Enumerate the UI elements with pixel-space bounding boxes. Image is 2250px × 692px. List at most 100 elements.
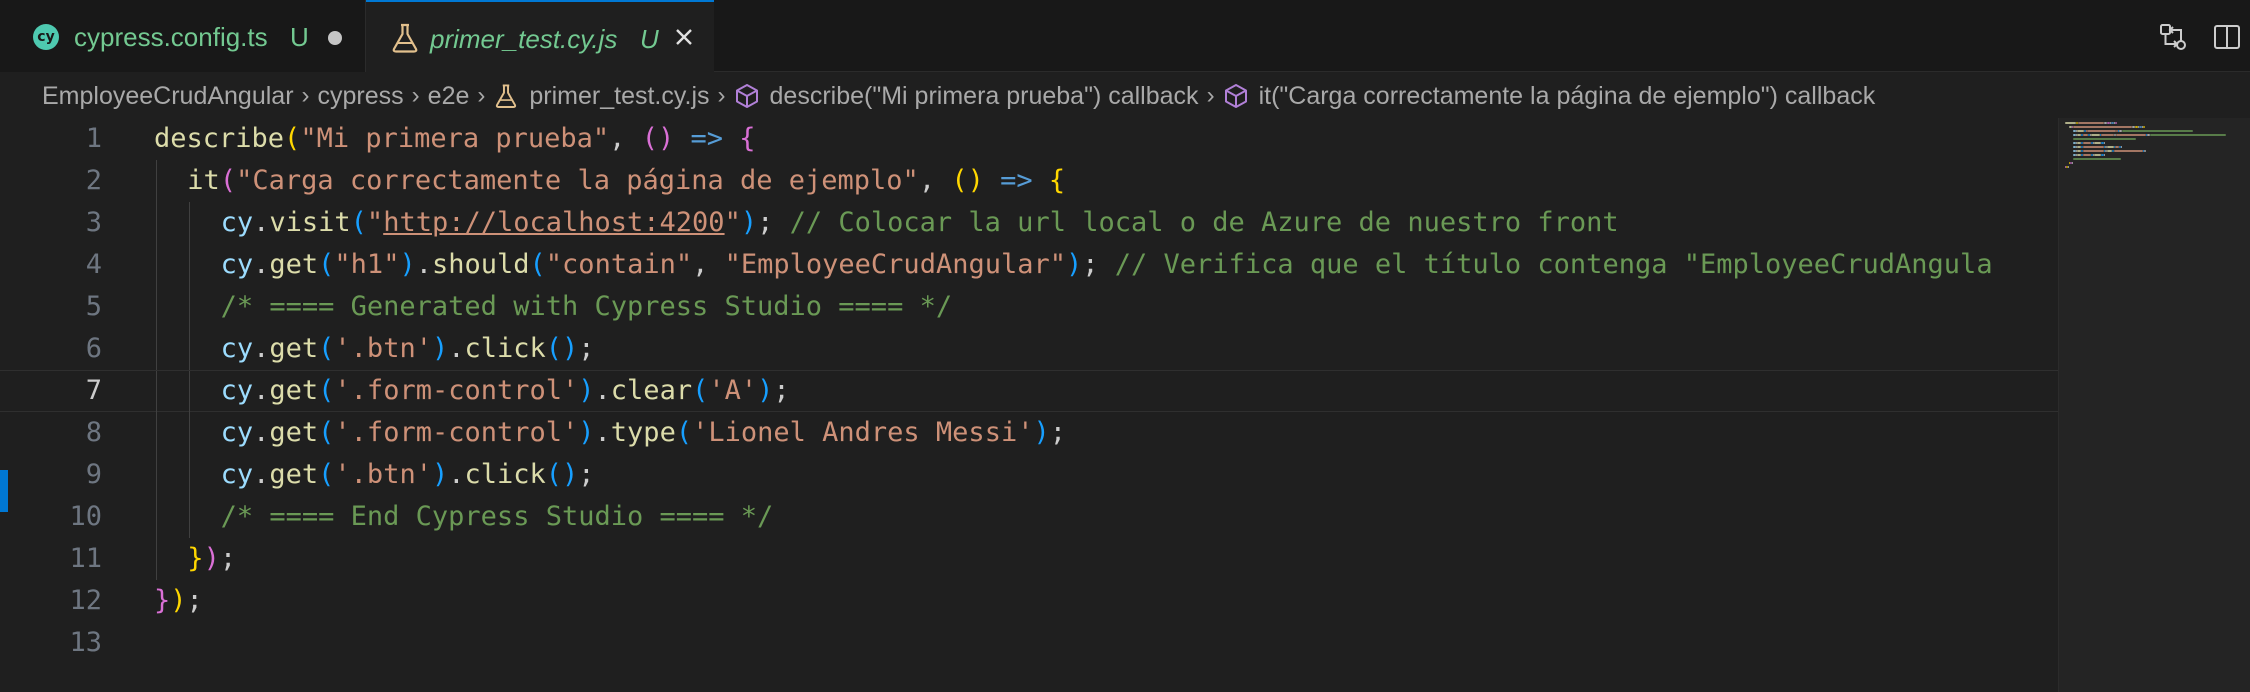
cypress-file-icon: cy [33, 24, 59, 50]
code-token: click [464, 333, 546, 364]
minimap-slider[interactable] [2059, 118, 2250, 692]
minimap-token [2087, 130, 2117, 132]
code-token: () [545, 459, 579, 490]
minimap-token [2106, 146, 2114, 148]
tab-cypress-config[interactable]: cy cypress.config.ts U [0, 0, 366, 72]
indent-guide [189, 496, 191, 538]
line-number: 7 [85, 375, 102, 406]
code-token: '.btn' [334, 459, 432, 490]
line-number: 10 [69, 501, 102, 532]
code-line[interactable]: 13 [0, 622, 2058, 664]
code-token: "Mi primera prueba" [300, 123, 610, 154]
minimap-token [2073, 126, 2132, 128]
compare-changes-icon[interactable] [2158, 22, 2188, 52]
code-line[interactable]: 6 cy.get('.btn').click(); [0, 328, 2058, 370]
line-number: 3 [85, 207, 102, 238]
code-token: ; [186, 585, 203, 616]
code-token: ) [399, 249, 416, 280]
minimap-token [2077, 130, 2085, 132]
code-text: cy.get('.btn').click(); [221, 454, 595, 496]
line-number: 9 [85, 459, 102, 490]
breadcrumb-item-folder[interactable]: cypress [318, 82, 404, 111]
line-number: 12 [69, 585, 102, 616]
code-token: . [594, 417, 611, 448]
minimap-token [2120, 146, 2122, 148]
indent-guide [189, 454, 191, 496]
minimap-token [2065, 122, 2077, 124]
code-line[interactable]: 8 cy.get('.form-control').type('Lionel An… [0, 412, 2058, 454]
untracked-badge: U [640, 24, 659, 54]
code-text: describe("Mi primera prueba", () => { [154, 118, 756, 160]
code-token: get [269, 249, 319, 280]
code-line[interactable]: 4 cy.get("h1").should("contain", "Employe… [0, 244, 2058, 286]
code-token: => [690, 123, 723, 154]
tab-primer-test[interactable]: primer_test.cy.js U [366, 0, 714, 73]
code-line[interactable]: 11}); [0, 538, 2058, 580]
code-token: , [918, 165, 952, 196]
code-line[interactable]: 2 it("Carga correctamente la página de ej… [0, 160, 2058, 202]
code-token: . [253, 249, 270, 280]
code-token: ( [318, 249, 335, 280]
minimap-token [2082, 150, 2104, 152]
indent-guide [156, 328, 157, 370]
code-token: "h1" [334, 249, 400, 280]
code-token: click [464, 459, 546, 490]
minimap-token [2113, 150, 2143, 152]
breadcrumb-item-describe[interactable]: describe("Mi primera prueba") callback [734, 82, 1199, 111]
flask-icon [496, 84, 517, 108]
code-token: clear [610, 375, 693, 406]
code-line[interactable]: 12}); [0, 580, 2058, 622]
code-token: ) [431, 333, 449, 364]
breadcrumb-item-subfolder[interactable]: e2e [428, 82, 470, 111]
code-line[interactable]: 10 /* ==== End Cypress Studio ==== */ [0, 496, 2058, 538]
indent-guide [189, 286, 191, 328]
code-token: get [269, 333, 319, 364]
code-line[interactable]: 9 cy.get('.btn').click(); [0, 454, 2058, 496]
code-token: . [253, 333, 270, 364]
code-token: describe [154, 123, 285, 154]
minimap[interactable] [2058, 118, 2250, 692]
minimap-token [2082, 154, 2092, 156]
line-number: 2 [85, 165, 102, 196]
code-line[interactable]: 3 cy.visit("http://localhost:4200"); // C… [0, 202, 2058, 244]
tab-label: primer_test.cy.js [430, 24, 618, 54]
breadcrumb: EmployeeCrudAngular › cypress › e2e › pr… [0, 74, 2250, 118]
chevron-right-icon: › [477, 82, 486, 109]
breadcrumb-item-it[interactable]: it("Carga correctamente la página de eje… [1223, 82, 1875, 111]
code-token: . [594, 375, 611, 406]
code-line[interactable]: 5 /* ==== Generated with Cypress Studio =… [0, 286, 2058, 328]
indent-guide [156, 538, 157, 580]
unsaved-dot-icon[interactable] [328, 31, 342, 45]
breadcrumb-item-file[interactable]: primer_test.cy.js [493, 82, 710, 111]
code-token: . [448, 333, 465, 364]
code-token: " [366, 207, 384, 238]
breadcrumb-item-project[interactable]: EmployeeCrudAngular [42, 82, 294, 111]
code-token: ; [578, 333, 595, 364]
indent-guide [156, 244, 157, 286]
code-token: // Verifica que el título contenga "Empl… [1114, 249, 1993, 280]
split-editor-icon[interactable] [2212, 22, 2242, 52]
code-token: ) [757, 375, 774, 406]
line-number: 6 [85, 333, 102, 364]
code-text: it("Carga correctamente la página de eje… [187, 160, 1065, 202]
tab-label: cypress.config.ts [74, 22, 268, 52]
code-token: visit [269, 207, 351, 238]
code-editor[interactable]: 1 describe("Mi primera prueba", () => { 2 i… [0, 118, 2250, 692]
code-line[interactable]: 7 cy.get('.form-control').clear('A'); [0, 370, 2058, 413]
code-token: ; [578, 459, 595, 490]
indent-guide [189, 244, 191, 286]
indent-guide [156, 496, 157, 538]
code-token: ) [578, 417, 595, 448]
indent-guide [189, 202, 191, 244]
code-text: }); [187, 538, 236, 580]
code-token: ( [675, 417, 693, 448]
code-line[interactable]: 1 describe("Mi primera prueba", () => { [0, 118, 2058, 160]
code-text: cy.visit("http://localhost:4200"); // Co… [221, 202, 1619, 244]
code-token: ) [740, 207, 758, 238]
minimap-token [2082, 142, 2092, 144]
minimap-token [2091, 134, 2100, 136]
minimap-token [2122, 130, 2194, 132]
code-token: should [431, 249, 530, 280]
close-icon[interactable] [672, 25, 696, 49]
